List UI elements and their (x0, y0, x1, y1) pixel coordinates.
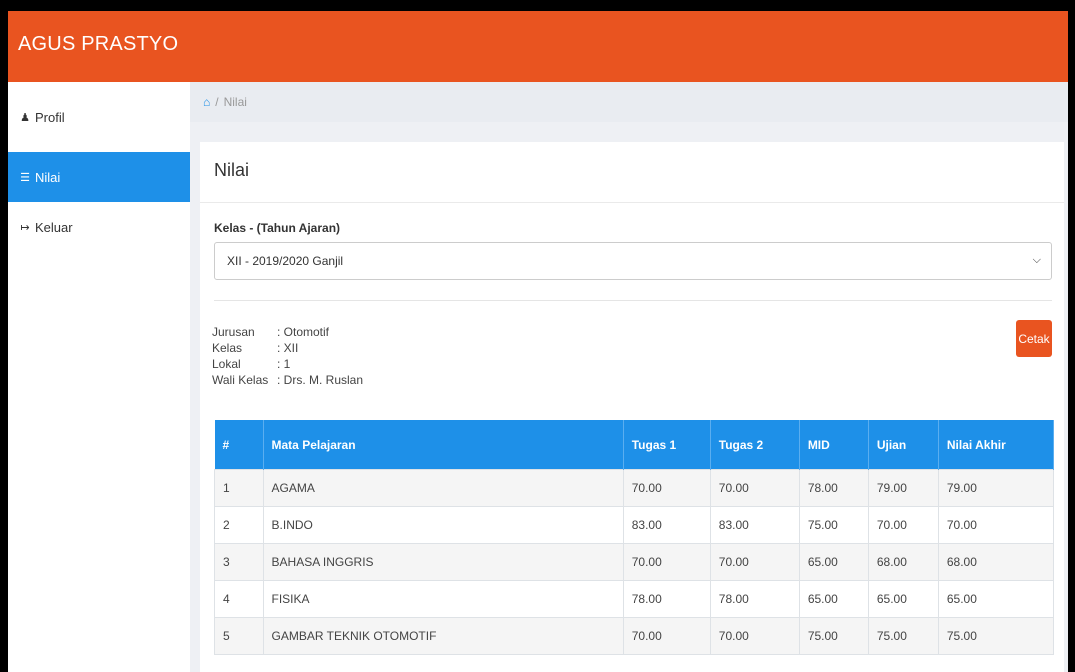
class-select-value: XII - 2019/2020 Ganjil (227, 254, 344, 268)
info-key: Wali Kelas (212, 373, 269, 387)
info-value: : Otomotif (277, 325, 330, 339)
sidebar-item-label: Nilai (35, 169, 61, 185)
table-cell: 65.00 (867, 580, 939, 618)
print-button[interactable]: Cetak (1016, 320, 1052, 357)
home-icon[interactable]: ⌂ (203, 95, 210, 109)
table-cell: 70.00 (622, 543, 711, 581)
info-value: : Drs. M. Ruslan (277, 373, 364, 387)
table-row: 2 B.INDO 83.00 83.00 75.00 70.00 70.00 (214, 506, 1055, 544)
info-key: Kelas (212, 341, 243, 355)
info-row-kelas: Kelas : XII (212, 340, 363, 356)
info-row-wali-kelas: Wali Kelas : Drs. M. Ruslan (212, 372, 363, 388)
info-value: : 1 (277, 357, 291, 371)
class-info: Jurusan : Otomotif Kelas : XII Lokal : 1… (212, 324, 363, 388)
breadcrumb-current: Nilai (223, 95, 247, 109)
brand-name[interactable]: AGUS PRASTYO (18, 33, 178, 56)
column-header: Tugas 2 (710, 420, 800, 470)
table-cell: 4 (214, 580, 264, 618)
column-header: Mata Pelajaran (263, 420, 624, 470)
table-row: 1 AGAMA 70.00 70.00 78.00 79.00 79.00 (214, 469, 1055, 507)
grades-table: # Mata Pelajaran Tugas 1 Tugas 2 MID Uji… (214, 420, 1055, 655)
table-cell: 79.00 (867, 469, 939, 507)
table-cell: 70.00 (867, 506, 939, 544)
table-cell: 70.00 (709, 469, 800, 507)
table-cell: 75.00 (937, 617, 1055, 655)
table-row: 4 FISIKA 78.00 78.00 65.00 65.00 65.00 (214, 580, 1055, 618)
info-key: Lokal (212, 357, 241, 371)
table-cell: 78.00 (709, 580, 800, 618)
divider (214, 300, 1052, 301)
table-cell: B.INDO (262, 506, 624, 544)
table-row: 5 GAMBAR TEKNIK OTOMOTIF 70.00 70.00 75.… (214, 617, 1055, 655)
table-cell: 75.00 (798, 506, 869, 544)
grades-panel: Nilai Kelas - (Tahun Ajaran) XII - 2019/… (200, 142, 1064, 672)
sign-out-icon: ↦ (20, 221, 30, 234)
table-cell: 70.00 (622, 617, 711, 655)
table-cell: GAMBAR TEKNIK OTOMOTIF (262, 617, 624, 655)
column-header: MID (799, 420, 869, 470)
table-cell: 75.00 (867, 617, 939, 655)
column-header: Ujian (868, 420, 939, 470)
column-header: # (214, 420, 264, 470)
info-row-lokal: Lokal : 1 (212, 356, 363, 372)
table-cell: 5 (214, 617, 264, 655)
list-icon: ☰ (20, 171, 30, 184)
table-cell: 2 (214, 506, 264, 544)
table-cell: 68.00 (867, 543, 939, 581)
top-navbar: AGUS PRASTYO (8, 11, 1068, 82)
table-cell: 3 (214, 543, 264, 581)
sidebar-item-keluar[interactable]: ↦ Keluar (8, 202, 190, 252)
column-header: Nilai Akhir (938, 420, 1055, 470)
breadcrumb-separator: / (215, 95, 219, 109)
chevron-down-icon: ⌵ (1032, 254, 1041, 266)
class-select[interactable]: XII - 2019/2020 Ganjil ⌵ (214, 242, 1052, 280)
table-row: 3 BAHASA INGGRIS 70.00 70.00 65.00 68.00… (214, 543, 1055, 581)
table-cell: 70.00 (622, 469, 711, 507)
table-cell: 70.00 (709, 543, 800, 581)
table-cell: BAHASA INGGRIS (262, 543, 624, 581)
sidebar-item-nilai[interactable]: ☰ Nilai (8, 152, 190, 202)
sidebar-item-label: Profil (35, 109, 65, 125)
table-cell: AGAMA (262, 469, 624, 507)
panel-title: Nilai (214, 160, 250, 180)
table-cell: 65.00 (798, 580, 869, 618)
table-cell: 83.00 (709, 506, 800, 544)
sidebar-item-label: Keluar (35, 219, 73, 235)
table-cell: 79.00 (937, 469, 1055, 507)
divider (200, 202, 1064, 203)
table-cell: FISIKA (262, 580, 624, 618)
table-cell: 70.00 (937, 506, 1055, 544)
info-value: : XII (277, 341, 299, 355)
sidebar: ♟ Profil ☰ Nilai ↦ Keluar (8, 82, 190, 672)
table-cell: 75.00 (798, 617, 869, 655)
info-row-jurusan: Jurusan : Otomotif (212, 324, 363, 340)
table-cell: 70.00 (709, 617, 800, 655)
app-window: AGUS PRASTYO ♟ Profil ☰ Nilai ↦ Keluar ⌂… (8, 11, 1068, 672)
table-cell: 65.00 (937, 580, 1055, 618)
table-cell: 78.00 (798, 469, 869, 507)
breadcrumb: ⌂ / Nilai (190, 82, 1068, 122)
column-header: Tugas 1 (623, 420, 711, 470)
user-icon: ♟ (20, 111, 30, 124)
info-key: Jurusan (212, 325, 255, 339)
class-select-label: Kelas - (Tahun Ajaran) (214, 221, 341, 235)
table-cell: 78.00 (622, 580, 711, 618)
sidebar-item-profil[interactable]: ♟ Profil (8, 92, 190, 142)
table-cell: 68.00 (937, 543, 1055, 581)
main-content: ⌂ / Nilai Nilai Kelas - (Tahun Ajaran) X… (190, 82, 1068, 672)
table-cell: 1 (214, 469, 264, 507)
table-header-row: # Mata Pelajaran Tugas 1 Tugas 2 MID Uji… (214, 420, 1055, 470)
table-cell: 83.00 (622, 506, 711, 544)
table-cell: 65.00 (798, 543, 869, 581)
